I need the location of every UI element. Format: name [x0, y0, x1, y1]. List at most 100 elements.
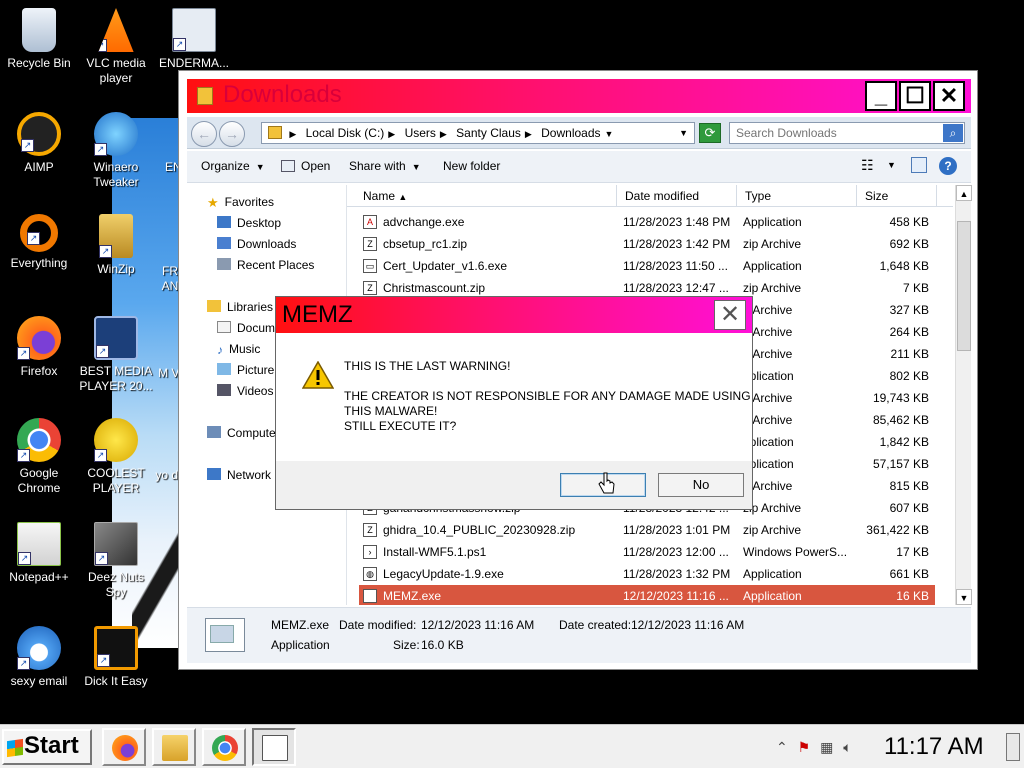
search-input[interactable]	[730, 123, 940, 143]
dialog-close-button[interactable]: ✕	[714, 300, 746, 330]
desktop-icon-xmplay[interactable]: ↗ BEST MEDIA PLAYER 20...	[77, 316, 155, 394]
nav-downloads[interactable]: Downloads	[217, 237, 296, 251]
address-history-dropdown-icon[interactable]: ▼	[679, 123, 688, 143]
dialog-title-bar[interactable]: MEMZ ✕	[276, 297, 752, 333]
address-bar[interactable]: ▶ Local Disk (C:) ▶ Users ▶ Santy Claus ▶ D…	[261, 122, 695, 144]
nav-recent-places[interactable]: Recent Places	[217, 258, 314, 272]
search-box[interactable]: ⌕	[729, 122, 965, 144]
desktop-icon-chrome[interactable]: ↗ Google Chrome	[0, 418, 78, 496]
explorer-title-bar[interactable]: Downloads _ ☐ ✕	[187, 79, 971, 113]
column-header-name[interactable]: Name ▲	[355, 185, 617, 207]
breadcrumb-local-disk[interactable]: Local Disk (C:)	[306, 123, 385, 143]
start-button[interactable]: Start	[2, 729, 92, 765]
nav-videos[interactable]: Videos	[217, 384, 273, 398]
windows-stack-icon: ↗	[94, 522, 138, 566]
taskbar-chrome[interactable]	[202, 728, 246, 766]
desktop-icon-notepad-plus-plus[interactable]: ↗ Notepad++	[0, 522, 78, 585]
share-with-button[interactable]: Share with ▼	[349, 159, 421, 173]
desktop-icon-winaero[interactable]: ↗ Winaero Tweaker	[77, 112, 155, 190]
file-type: p Archive	[743, 413, 793, 427]
minimize-button[interactable]: _	[865, 81, 897, 111]
file-type: p Archive	[743, 479, 793, 493]
view-options-icon[interactable]: ☷	[861, 157, 874, 174]
close-button[interactable]: ✕	[933, 81, 965, 111]
vertical-scrollbar[interactable]: ▲ ▼	[955, 185, 972, 605]
table-row[interactable]: › Install-WMF5.1.ps1 11/28/2023 12:00 ... W…	[359, 541, 935, 563]
file-type: zip Archive	[743, 237, 802, 251]
nav-computer[interactable]: Compute	[207, 426, 276, 440]
desktop-icon-enderman[interactable]: ↗ ENDERMA...	[155, 8, 233, 71]
chevron-down-icon[interactable]: ▼	[605, 124, 614, 143]
table-row[interactable]: Zghidra_10.4_PUBLIC_20230928.zip 11/28/20…	[359, 519, 935, 541]
desktop-icon-everything[interactable]: ↗ Everything	[0, 214, 78, 271]
chevron-right-icon[interactable]: ▶	[525, 124, 532, 143]
help-icon[interactable]: ?	[939, 157, 957, 175]
taskbar-explorer[interactable]	[152, 728, 196, 766]
column-header-type[interactable]: Type	[737, 185, 857, 207]
table-row[interactable]: ▭ Cert_Updater_v1.6.exe 11/28/2023 11:50 .…	[359, 255, 935, 277]
breadcrumb-users[interactable]: Users	[405, 123, 436, 143]
nav-libraries[interactable]: Libraries	[207, 300, 273, 314]
table-row[interactable]: ▭ MEMZ.exe 12/12/2023 11:16 ... Application…	[359, 585, 935, 605]
table-row[interactable]: Aadvchange.exe 11/28/2023 1:48 PM Applicat…	[359, 211, 935, 233]
preview-pane-icon[interactable]	[911, 157, 927, 173]
scroll-down-icon[interactable]: ▼	[956, 589, 972, 605]
scroll-thumb[interactable]	[957, 221, 971, 351]
maximize-button[interactable]: ☐	[899, 81, 931, 111]
memz-warning-dialog[interactable]: MEMZ ✕ THIS IS THE LAST WARNING! THE CRE…	[275, 296, 753, 510]
desktop-icon-coolest-player[interactable]: ↗ COOLEST PLAYER	[77, 418, 155, 496]
breadcrumb-downloads[interactable]: Downloads	[541, 123, 600, 143]
no-button[interactable]: No	[658, 473, 744, 497]
dialog-message-line-4: STILL EXECUTE IT?	[344, 419, 457, 433]
table-row[interactable]: Zcbsetup_rc1.zip 11/28/2023 1:42 PM zip Ar…	[359, 233, 935, 255]
desktop-icon-vlc[interactable]: ↗ VLC media player	[77, 8, 155, 86]
organize-button[interactable]: Organize ▼	[201, 159, 265, 173]
back-button[interactable]: ←	[191, 121, 217, 147]
chevron-right-icon[interactable]: ▶	[440, 124, 447, 143]
desktop-icon-winzip[interactable]: ↗ WinZip	[77, 214, 155, 277]
nav-music[interactable]: ♪ Music	[217, 342, 260, 357]
new-folder-button[interactable]: New folder	[443, 159, 500, 173]
show-hidden-icons-icon[interactable]: ⌃	[776, 739, 788, 755]
nav-documents[interactable]: Docum	[217, 321, 275, 335]
nav-pictures[interactable]: Picture	[217, 363, 274, 377]
shortcut-arrow-icon: ↗	[97, 654, 110, 667]
search-icon[interactable]: ⌕	[943, 124, 963, 142]
chevron-right-icon[interactable]: ▶	[388, 124, 395, 143]
file-size: 19,743 KB	[872, 391, 929, 405]
videos-icon	[217, 384, 231, 396]
action-center-flag-icon[interactable]: ⚑	[798, 739, 811, 755]
refresh-button[interactable]: ⟳	[699, 123, 721, 143]
taskbar-clock[interactable]: 11:17 AM	[884, 731, 984, 763]
table-row[interactable]: ◍ LegacyUpdate-1.9.exe 11/28/2023 1:32 PM A…	[359, 563, 935, 585]
zip-icon: Z	[363, 523, 377, 537]
dialog-title: MEMZ	[282, 301, 353, 328]
desktop-icon-deez-nuts-spy[interactable]: ↗ Deez Nuts Spy	[77, 522, 155, 600]
desktop-icon-dick-it-easy[interactable]: ↗ Dick It Easy	[77, 626, 155, 689]
desktop-icon-recycle-bin[interactable]: Recycle Bin	[0, 8, 78, 71]
network-status-icon[interactable]: ▦	[820, 739, 833, 755]
column-header-size[interactable]: Size	[857, 185, 937, 207]
open-button[interactable]: Open	[281, 159, 330, 173]
desktop-icon-firefox[interactable]: ↗ Firefox	[0, 316, 78, 379]
file-type: p Archive	[743, 325, 793, 339]
taskbar-memz[interactable]	[252, 728, 296, 766]
nav-network[interactable]: Network	[207, 468, 271, 482]
file-size: 361,422 KB	[866, 523, 929, 537]
file-name: MEMZ.exe	[383, 589, 442, 603]
scroll-up-icon[interactable]: ▲	[956, 185, 972, 201]
forward-button[interactable]: →	[219, 121, 245, 147]
desktop-icon-aimp[interactable]: ↗ AIMP	[0, 112, 78, 175]
breadcrumb-santy-claus[interactable]: Santy Claus	[456, 123, 521, 143]
chevron-down-icon[interactable]: ▼	[887, 160, 896, 170]
file-name: Install-WMF5.1.ps1	[383, 545, 487, 559]
smiley-icon: ↗	[94, 418, 138, 462]
show-desktop-button[interactable]	[1006, 733, 1020, 761]
nav-favorites[interactable]: ★ Favorites	[207, 195, 274, 210]
shortcut-arrow-icon: ↗	[99, 245, 112, 258]
nav-desktop[interactable]: Desktop	[217, 216, 281, 230]
taskbar-firefox[interactable]	[102, 728, 146, 766]
desktop-icon-sexy-email[interactable]: ↗ sexy email	[0, 626, 78, 689]
volume-icon[interactable]: 🔈︎	[843, 739, 851, 755]
column-header-date-modified[interactable]: Date modified	[617, 185, 737, 207]
